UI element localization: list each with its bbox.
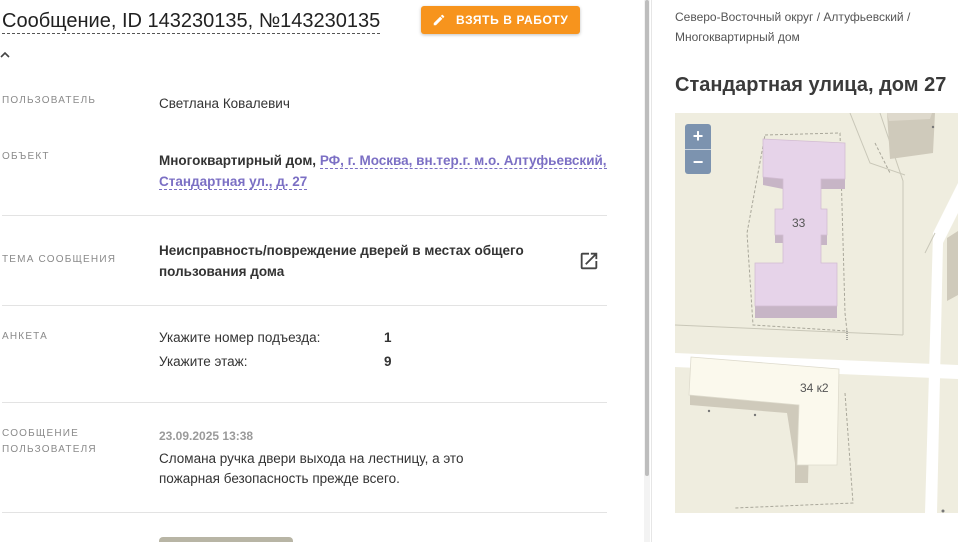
map-building-label: 33	[792, 216, 806, 230]
topic-line1: Неисправность/повреждение дверей в места…	[159, 243, 524, 258]
breadcrumb-line1: Северо-Восточный округ / Алтуфьевский /	[675, 10, 911, 24]
scrollbar-thumb[interactable]	[645, 0, 649, 476]
user-value: Светлана Ковалевич	[159, 96, 290, 111]
object-address-link[interactable]: РФ, г. Москва, вн.тер.г. м.о. Алтуфьевск…	[319, 153, 607, 169]
chevron-up-icon[interactable]	[0, 50, 10, 60]
map[interactable]: 33 34 к2 + −	[675, 113, 958, 513]
take-to-work-label: ВЗЯТЬ В РАБОТУ	[456, 13, 569, 27]
topic-value: Неисправность/повреждение дверей в места…	[159, 240, 559, 282]
message-details-panel: Сообщение, ID 143230135, №143230135 ВЗЯТ…	[0, 0, 648, 542]
survey-answer: 9	[384, 354, 392, 369]
map-road	[925, 183, 958, 513]
map-zoom-control: + −	[685, 124, 711, 174]
map-building-label: 34 к2	[800, 381, 829, 395]
topic-label: ТЕМА СООБЩЕНИЯ	[2, 254, 117, 265]
take-to-work-button[interactable]: ВЗЯТЬ В РАБОТУ	[421, 6, 580, 34]
user-label: ПОЛЬЗОВАТЕЛЬ	[2, 95, 97, 106]
message-label: СООБЩЕНИЕ ПОЛЬЗОВАТЕЛЯ	[2, 426, 97, 458]
address-title: Стандартная улица, дом 27	[675, 74, 947, 96]
object-address-link-line2[interactable]: Стандартная ул., д. 27	[159, 174, 308, 190]
message-label-line1: СООБЩЕНИЕ	[2, 428, 80, 439]
map-building	[690, 391, 810, 483]
survey-question: Укажите этаж:	[159, 354, 248, 369]
divider	[2, 512, 607, 513]
object-type: Многоквартирный дом,	[159, 153, 317, 168]
topic-line2: пользования дома	[159, 264, 285, 279]
page-title: Сообщение, ID 143230135, №143230135	[2, 10, 381, 34]
survey-label: АНКЕТА	[2, 331, 49, 342]
pencil-icon	[433, 14, 445, 26]
divider	[2, 305, 607, 306]
divider	[2, 215, 607, 216]
breadcrumb-line2: Многоквартирный дом	[675, 30, 800, 44]
open-external-icon[interactable]	[578, 250, 600, 272]
object-value: Многоквартирный дом, РФ, г. Москва, вн.т…	[159, 150, 607, 192]
zoom-in-button[interactable]: +	[685, 124, 711, 149]
message-label-line2: ПОЛЬЗОВАТЕЛЯ	[2, 444, 97, 455]
photo-thumbnail[interactable]	[159, 537, 293, 542]
location-panel: Северо-Восточный округ / Алтуфьевский / …	[652, 0, 958, 542]
survey-question: Укажите номер подъезда:	[159, 330, 321, 345]
breadcrumb: Северо-Восточный округ / Алтуфьевский / …	[675, 7, 955, 47]
survey-answer: 1	[384, 330, 392, 345]
divider	[2, 402, 607, 403]
zoom-out-button[interactable]: −	[685, 149, 711, 174]
message-date: 23.09.2025 13:38	[159, 429, 254, 443]
object-label: ОБЪЕКТ	[2, 151, 50, 162]
map-canvas	[675, 113, 958, 513]
message-text: Сломана ручка двери выхода на лестницу, …	[159, 451, 464, 486]
